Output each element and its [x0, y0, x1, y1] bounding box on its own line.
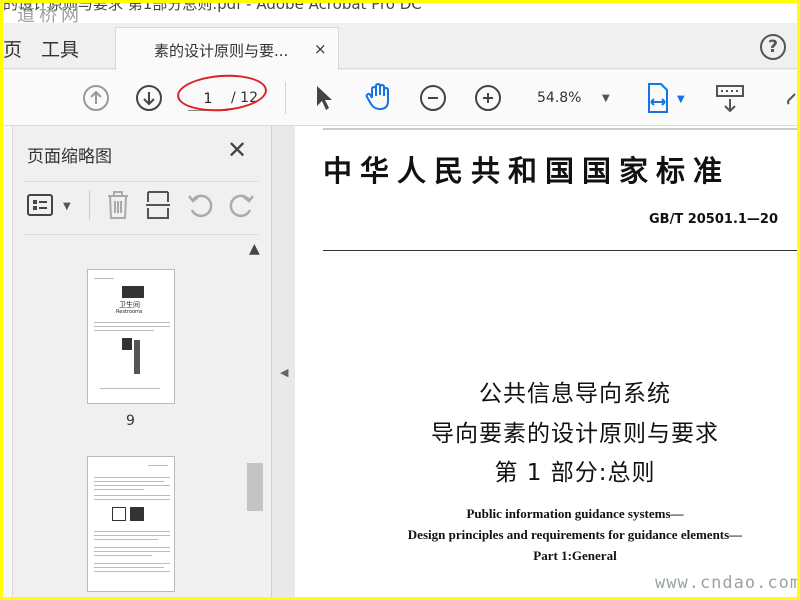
tab-document-label: 素的设计原则与要...: [154, 42, 289, 60]
trash-icon[interactable]: [105, 190, 131, 220]
thumb-text-line: [94, 531, 170, 532]
fit-chevron-down-icon: ▼: [677, 94, 685, 105]
thumb-text-line: [94, 547, 170, 548]
doc-cn-title-1: 公共信息导向系统: [479, 381, 671, 407]
tab-bar: 页 工具 素的设计原则与要... × ?: [3, 23, 797, 70]
thumb-text-line: [94, 485, 170, 486]
thumb-text-line: [94, 539, 158, 540]
arrow-down-icon: [143, 92, 155, 106]
options-icon[interactable]: [27, 192, 57, 218]
watermark-bottom: www.cndao.com: [655, 573, 797, 593]
restroom-sign-icon: [122, 286, 144, 298]
doc-cn-title-2: 导向要素的设计原则与要求: [431, 421, 719, 447]
doc-standard-number: GB/T 20501.1—20: [649, 212, 779, 227]
tab-close-icon[interactable]: ×: [314, 40, 327, 58]
panel-divider: [23, 181, 258, 182]
thumb-text-line: [94, 477, 170, 478]
acrobat-window: 的设计原则与要求 第1部分总则.pdf - Adobe Acrobat Pro …: [3, 3, 797, 597]
thumb-text-line: [94, 551, 170, 552]
cursor-arrow-icon: [317, 86, 332, 110]
doc-en-title-3: Part 1:General: [533, 548, 617, 563]
document-view[interactable]: 中华人民共和国国家标准 GB/T 20501.1—20 公共信息导向系统 导向要…: [295, 126, 797, 597]
help-icon[interactable]: ?: [760, 34, 786, 60]
minus-icon: [428, 97, 438, 99]
rotate-left-icon[interactable]: [187, 192, 215, 220]
thumb-text-line: [94, 489, 144, 490]
thumb-text-line: [94, 330, 154, 331]
zoom-in-button[interactable]: [475, 85, 501, 111]
thumb-text-line: [94, 571, 170, 572]
title-bar: 的设计原则与要求 第1部分总则.pdf - Adobe Acrobat Pro …: [3, 3, 797, 23]
chevron-down-icon: ▼: [602, 93, 610, 104]
thumb-sign-box-icon: [130, 507, 144, 521]
thumbnail-toolbar: ▼: [27, 188, 262, 224]
thumb-text-line: [94, 322, 170, 323]
page-thumbnail-10[interactable]: [87, 456, 175, 592]
thumb-sign-sub: Restrooms: [116, 309, 143, 315]
tab-document[interactable]: 素的设计原则与要... ×: [115, 27, 339, 70]
thumb-text-line: [100, 388, 160, 389]
page-thumbnail-9[interactable]: 卫生间 Restrooms: [87, 269, 175, 404]
thumb-text-line: [94, 278, 114, 279]
scroll-up-icon[interactable]: ▲: [249, 241, 260, 257]
thumb-text-line: [94, 563, 170, 564]
zoom-level-dropdown[interactable]: 54.8% ▼: [530, 82, 610, 114]
link-icon: [787, 93, 796, 105]
doc-en-title-2: Design principles and requirements for g…: [407, 527, 743, 542]
thumb-text-line: [94, 326, 170, 327]
doc-rule: [323, 250, 797, 251]
thumb-text-line: [94, 555, 152, 556]
doc-cn-title-3: 第 1 部分:总则: [494, 460, 656, 486]
panel-title: 页面缩略图: [27, 147, 112, 167]
thumb-sign-box-icon: [112, 507, 126, 521]
options-chevron-down-icon[interactable]: ▼: [63, 201, 71, 212]
panel-close-icon[interactable]: ✕: [227, 136, 247, 164]
thumb-text-line: [94, 495, 170, 496]
extract-page-icon[interactable]: [145, 190, 171, 220]
doc-heading: 中华人民共和国国家标准: [323, 154, 731, 188]
arrow-up-icon: [90, 90, 102, 104]
restroom-sign-vertical-icon: [122, 338, 132, 350]
annotation-oval: [175, 71, 269, 115]
panel-splitter[interactable]: ◀: [271, 126, 295, 597]
hand-icon: [365, 82, 389, 111]
thumb-text-line: [148, 465, 168, 466]
keyboard-download-icon: [716, 85, 744, 113]
toolbar-divider: [285, 82, 286, 114]
fit-width-icon: [648, 83, 668, 113]
main-toolbar: 1 / 12 54.8% ▼ ▼: [3, 70, 797, 126]
thumb-text-line: [94, 567, 164, 568]
panel-divider-2: [23, 234, 258, 235]
zoom-out-button[interactable]: [420, 85, 446, 111]
panel-icon-strip: [3, 126, 13, 597]
collapse-panel-icon[interactable]: ◀: [280, 366, 288, 379]
doc-en-title-1: Public information guidance systems—: [466, 506, 684, 521]
zoom-level-value: 54.8%: [537, 90, 582, 106]
more-tools-icon[interactable]: [785, 90, 797, 114]
thumb-text-line: [94, 481, 164, 482]
thumbnail-scrollbar[interactable]: ▲: [247, 241, 263, 597]
select-tool-button[interactable]: [315, 84, 333, 116]
next-page-button[interactable]: [136, 85, 162, 111]
previous-page-button[interactable]: [83, 85, 109, 111]
read-mode-button[interactable]: [715, 84, 745, 118]
fit-page-button[interactable]: ▼: [645, 82, 685, 118]
hand-tool-button[interactable]: [363, 82, 393, 116]
plus-icon: [483, 93, 493, 103]
rotate-right-icon[interactable]: [227, 192, 255, 220]
thumb-text-line: [94, 535, 170, 536]
thumb-text-line: [94, 499, 170, 500]
thumb-toolbar-divider: [89, 190, 90, 220]
page-thumbnails-panel: 页面缩略图 ✕ ▼ 卫生间 Restrooms 9 ▲: [3, 126, 271, 597]
scroll-thumb[interactable]: [247, 463, 263, 511]
doc-top-rule: [323, 128, 797, 130]
thumb-vertical-text: [134, 340, 140, 374]
thumbnail-page-label: 9: [126, 413, 135, 429]
watermark-top: 道桥网: [17, 5, 83, 24]
tab-tools[interactable]: 工具: [41, 35, 79, 62]
tab-home[interactable]: 页: [3, 35, 22, 62]
